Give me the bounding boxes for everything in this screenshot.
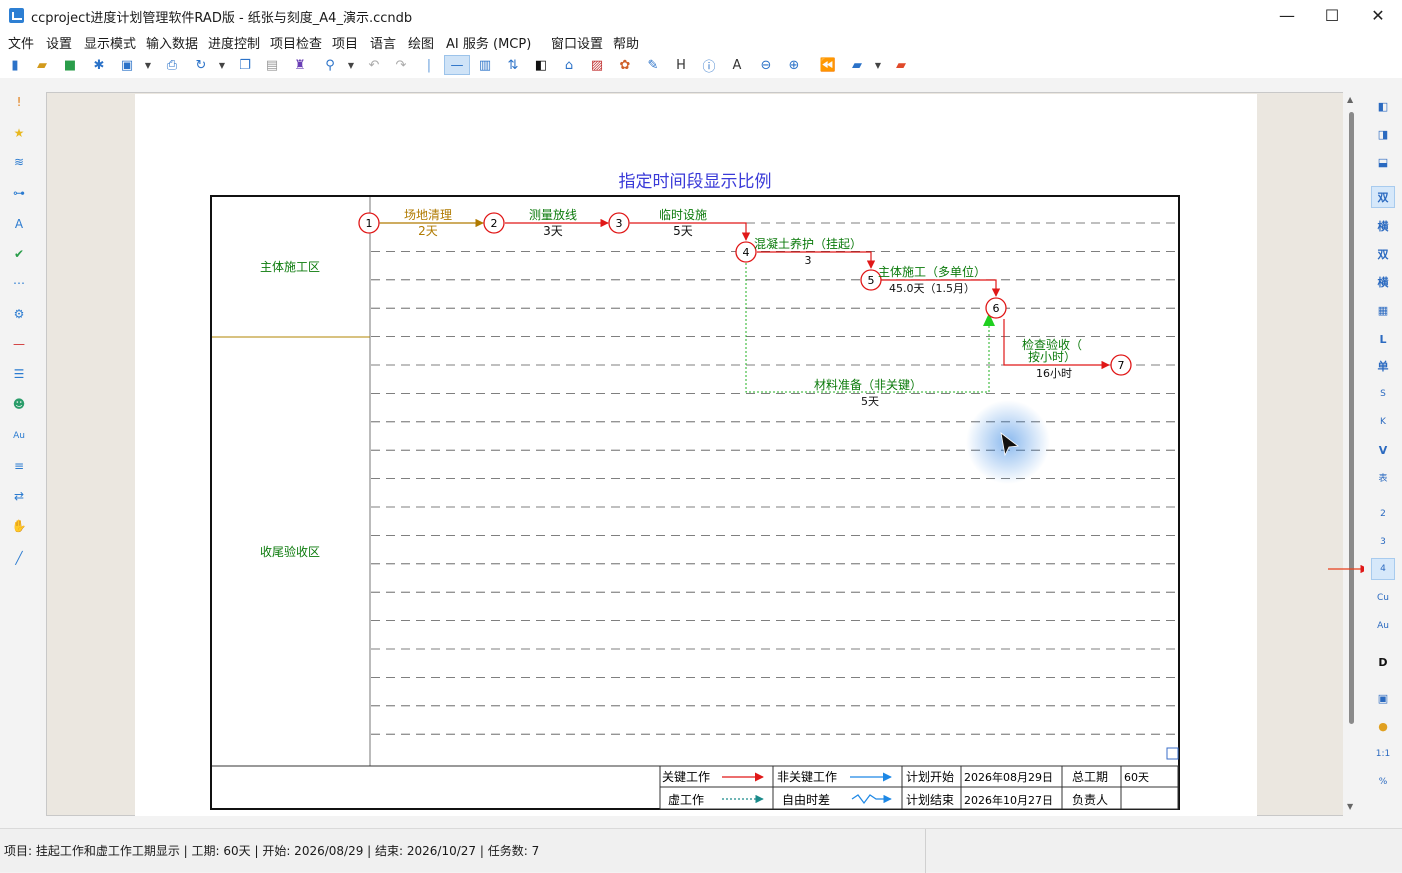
- arrow-4-5[interactable]: [757, 251, 876, 269]
- task-name: 按小时）: [1028, 350, 1076, 364]
- node-2[interactable]: 2: [483, 212, 505, 234]
- task-duration: 45.0天（1.5月）: [889, 282, 975, 295]
- node-3[interactable]: 3: [608, 212, 630, 234]
- diagram-title: 指定时间段显示比例: [619, 172, 772, 192]
- legend-plan-start-value: 2026年08月29日: [964, 770, 1053, 784]
- single-view-button[interactable]: 单: [1371, 355, 1395, 377]
- node-7[interactable]: 7: [1110, 354, 1132, 376]
- task-duration: 16小时: [1036, 367, 1072, 380]
- percent-button[interactable]: %: [1371, 771, 1395, 793]
- table-button[interactable]: 表: [1371, 466, 1395, 488]
- task-name: 材料准备（非关键）: [814, 378, 922, 392]
- level-2-button[interactable]: 2: [1371, 503, 1395, 525]
- horizontal-alt-button[interactable]: 横: [1371, 271, 1395, 293]
- svg-text:1: 1: [366, 217, 373, 230]
- status-bar: 项目: 挂起工作和虚工作工期显示 | 工期: 60天 | 开始: 2026/08…: [0, 828, 1402, 873]
- d-button[interactable]: D: [1371, 651, 1395, 673]
- zone-label-main: 主体施工区: [260, 260, 320, 274]
- level-3-button[interactable]: 3: [1371, 531, 1395, 553]
- panel-bottom-icon[interactable]: ⬓: [1371, 151, 1395, 173]
- legend-owner-label: 负责人: [1072, 793, 1108, 807]
- k-button[interactable]: K: [1371, 411, 1395, 433]
- zone-label-finish: 收尾验收区: [260, 544, 320, 559]
- svg-text:5: 5: [868, 274, 875, 287]
- legend-plan-end-label: 计划结束: [906, 793, 954, 807]
- task-duration: 5天: [673, 224, 693, 238]
- legend-plan-start-label: 计划开始: [906, 770, 954, 784]
- time-grid: [371, 222, 1178, 735]
- ratio-button[interactable]: 1:1: [1371, 743, 1395, 765]
- task-duration: 3天: [543, 224, 563, 238]
- task-name: 混凝土养护（挂起）: [754, 236, 862, 251]
- task-name: 主体施工（多单位）: [878, 264, 986, 279]
- comment-icon[interactable]: ●: [1371, 715, 1395, 737]
- svg-text:6: 6: [993, 302, 1000, 315]
- svg-text:7: 7: [1118, 359, 1125, 372]
- legend-total-value: 60天: [1124, 771, 1149, 784]
- status-divider: [925, 829, 926, 873]
- calendar-icon[interactable]: ▣: [1371, 687, 1395, 709]
- task-duration: 2天: [418, 224, 438, 238]
- cu-button[interactable]: Cu: [1371, 587, 1395, 609]
- svg-text:3: 3: [616, 217, 623, 230]
- network-diagram: 指定时间段显示比例 主体施工区 收尾验收区 1 2 3 4 5 6 7 场地清理…: [210, 172, 1369, 810]
- grid-icon[interactable]: ▦: [1371, 299, 1395, 321]
- right-toolbar: ◧ ◨ ⬓ 双 横 双 横 ▦ L 单 S K V 表 2 3 4 Cu Au …: [1364, 78, 1402, 828]
- svg-text:4: 4: [743, 246, 750, 259]
- s-button[interactable]: S: [1371, 383, 1395, 405]
- panel-left-icon[interactable]: ◧: [1371, 95, 1395, 117]
- task-name: 场地清理: [404, 208, 452, 222]
- task-duration: 3: [805, 254, 812, 267]
- l-button[interactable]: L: [1371, 328, 1395, 350]
- legend-free-float-label: 自由时差: [782, 793, 830, 807]
- v-button[interactable]: V: [1371, 439, 1395, 461]
- legend-plan-end-value: 2026年10月27日: [964, 793, 1053, 807]
- svg-text:2: 2: [491, 217, 498, 230]
- task-name: 测量放线: [529, 207, 577, 222]
- au-button[interactable]: Au: [1371, 615, 1395, 637]
- status-text: 项目: 挂起工作和虚工作工期显示 | 工期: 60天 | 开始: 2026/08…: [4, 844, 540, 858]
- double-alt-button[interactable]: 双: [1371, 243, 1395, 265]
- node-6[interactable]: 6: [985, 297, 1007, 319]
- diagram-frame: [210, 195, 1180, 810]
- double-view-button[interactable]: 双: [1371, 186, 1395, 208]
- level-4-button[interactable]: 4: [1371, 558, 1395, 580]
- horizontal-view-button[interactable]: 横: [1371, 215, 1395, 237]
- panel-right-icon[interactable]: ◨: [1371, 123, 1395, 145]
- legend-table: 关键工作 非关键工作 虚工作 自由时差 计划开始 2026年08月29日 计划结…: [659, 765, 1179, 810]
- task-name: 临时设施: [659, 208, 707, 222]
- legend-total-label: 总工期: [1072, 770, 1108, 784]
- legend-critical-label: 关键工作: [662, 770, 710, 784]
- table-icon[interactable]: [1166, 747, 1179, 760]
- task-duration: 5天: [861, 395, 879, 408]
- legend-noncritical-label: 非关键工作: [777, 770, 837, 784]
- legend-dummy-label: 虚工作: [668, 793, 704, 807]
- node-1[interactable]: 1: [358, 212, 380, 234]
